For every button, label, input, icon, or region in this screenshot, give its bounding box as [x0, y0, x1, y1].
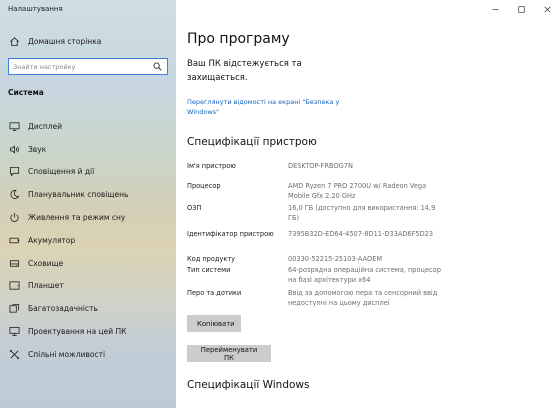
sidebar-item-battery[interactable]: Акумулятор [8, 229, 176, 252]
sidebar-item-sound[interactable]: Звук [8, 138, 176, 161]
search-input[interactable] [9, 59, 147, 74]
search-icon[interactable] [152, 61, 163, 72]
main-panel: Про програму Ваш ПК відстежується та зах… [176, 0, 560, 408]
power-icon [8, 212, 20, 224]
sidebar-item-label: Живлення та режим сну [28, 213, 126, 223]
spec-label: ОЗП [187, 204, 202, 212]
sidebar-item-home[interactable]: Домашня сторінка [8, 33, 101, 49]
spec-value: 64-розрядна операційна система, процесор… [288, 266, 441, 284]
spec-label: Код продукту [187, 255, 236, 263]
battery-icon [8, 234, 20, 246]
spec-row-pen-touch: Перо та дотики Ввід за допомогою пера та… [187, 288, 457, 310]
protection-status: Ваш ПК відстежується та захищається. [187, 59, 302, 83]
windows-specs-heading: Специфікації Windows [187, 379, 310, 391]
sidebar-item-label: Планувальник сповіщень [28, 190, 129, 200]
home-icon [8, 35, 20, 47]
sidebar-item-label: Домашня сторінка [28, 36, 102, 46]
projecting-icon [8, 326, 20, 338]
shared-experiences-icon [8, 348, 20, 360]
close-button[interactable] [534, 0, 560, 18]
sidebar-item-projecting[interactable]: Проектування на цей ПК [8, 320, 176, 343]
spec-label: Ідентифікатор пристрою [187, 230, 274, 238]
spec-label: Ім'я пристрою [187, 162, 236, 170]
storage-icon [8, 257, 20, 269]
sidebar-item-label: Сповіщення й дії [28, 167, 95, 177]
sidebar-item-focus-assist[interactable]: Планувальник сповіщень [8, 183, 176, 206]
maximize-button[interactable] [508, 0, 534, 18]
sidebar-item-tablet[interactable]: Планшет [8, 275, 176, 298]
sidebar-item-power-sleep[interactable]: Живлення та режим сну [8, 206, 176, 229]
spec-row-ram: ОЗП 16,0 ГБ (доступно для використання: … [187, 203, 457, 229]
sidebar-item-label: Звук [28, 144, 47, 154]
sidebar-nav: Дисплей Звук Сповіщення й дії Планувальн… [8, 115, 176, 366]
sidebar-item-display[interactable]: Дисплей [8, 115, 176, 138]
minimize-button[interactable] [482, 0, 508, 18]
device-specs-list: Ім'я пристрою DESKTOP-FRBOG7N Процесор A… [187, 161, 457, 310]
window-controls [482, 0, 560, 18]
sidebar-item-notifications[interactable]: Сповіщення й дії [8, 161, 176, 184]
spec-value: 00330-52215-25103-AAOEM [288, 255, 383, 263]
spec-label: Перо та дотики [187, 289, 242, 297]
spec-label: Тип системи [187, 266, 231, 274]
spec-value: 16,0 ГБ (доступно для використання: 14,9… [288, 204, 436, 222]
sidebar-item-label: Планшет [28, 281, 64, 291]
page-title: Про програму [187, 31, 290, 47]
maximize-icon [517, 5, 525, 13]
window-title: Налаштування [8, 5, 63, 13]
device-specs-heading: Специфікації пристрою [187, 136, 317, 148]
spec-row-device-name: Ім'я пристрою DESKTOP-FRBOG7N [187, 161, 457, 181]
sidebar: Налаштування Домашня сторінка Система Ди… [0, 0, 176, 408]
search-box[interactable] [8, 58, 168, 75]
notifications-icon [8, 166, 20, 178]
rename-pc-button[interactable]: Перейменувати ПК [187, 345, 271, 362]
spec-value: DESKTOP-FRBOG7N [288, 162, 353, 170]
minimize-icon [491, 8, 499, 10]
spec-row-device-id: Ідентифікатор пристрою 7395B32D-ED64-450… [187, 229, 457, 254]
spec-row-processor: Процесор AMD Ryzen 7 PRO 2700U w/ Radeon… [187, 181, 457, 203]
sidebar-item-label: Сховище [28, 258, 64, 268]
sidebar-item-label: Акумулятор [28, 235, 76, 245]
sidebar-item-shared-experiences[interactable]: Спільні можливості [8, 343, 176, 366]
spec-value: AMD Ryzen 7 PRO 2700U w/ Radeon Vega Mob… [288, 182, 427, 200]
moon-icon [8, 189, 20, 201]
sidebar-section-heading: Система [8, 88, 44, 97]
sidebar-item-label: Дисплей [28, 121, 63, 131]
sidebar-item-label: Проектування на цей ПК [28, 327, 127, 337]
multitasking-icon [8, 303, 20, 315]
sidebar-item-label: Багатозадачність [28, 304, 98, 314]
display-icon [8, 120, 20, 132]
spec-value: Ввід за допомогою пера та сенсорний ввід… [288, 289, 438, 307]
sidebar-item-storage[interactable]: Сховище [8, 252, 176, 275]
sidebar-item-multitasking[interactable]: Багатозадачність [8, 297, 176, 320]
spec-row-system-type: Тип системи 64-розрядна операційна систе… [187, 265, 457, 288]
sound-icon [8, 143, 20, 155]
sidebar-item-label: Спільні можливості [28, 349, 106, 359]
tablet-icon [8, 280, 20, 292]
copy-button[interactable]: Копіювати [187, 315, 241, 332]
windows-security-link[interactable]: Переглянути відомості на екрані "Безпека… [187, 97, 367, 117]
close-icon [543, 5, 551, 13]
spec-row-product-id: Код продукту 00330-52215-25103-AAOEM [187, 254, 457, 265]
spec-label: Процесор [187, 182, 221, 190]
spec-value: 7395B32D-ED64-4507-8D11-D33AD6F5D23 [288, 230, 434, 238]
